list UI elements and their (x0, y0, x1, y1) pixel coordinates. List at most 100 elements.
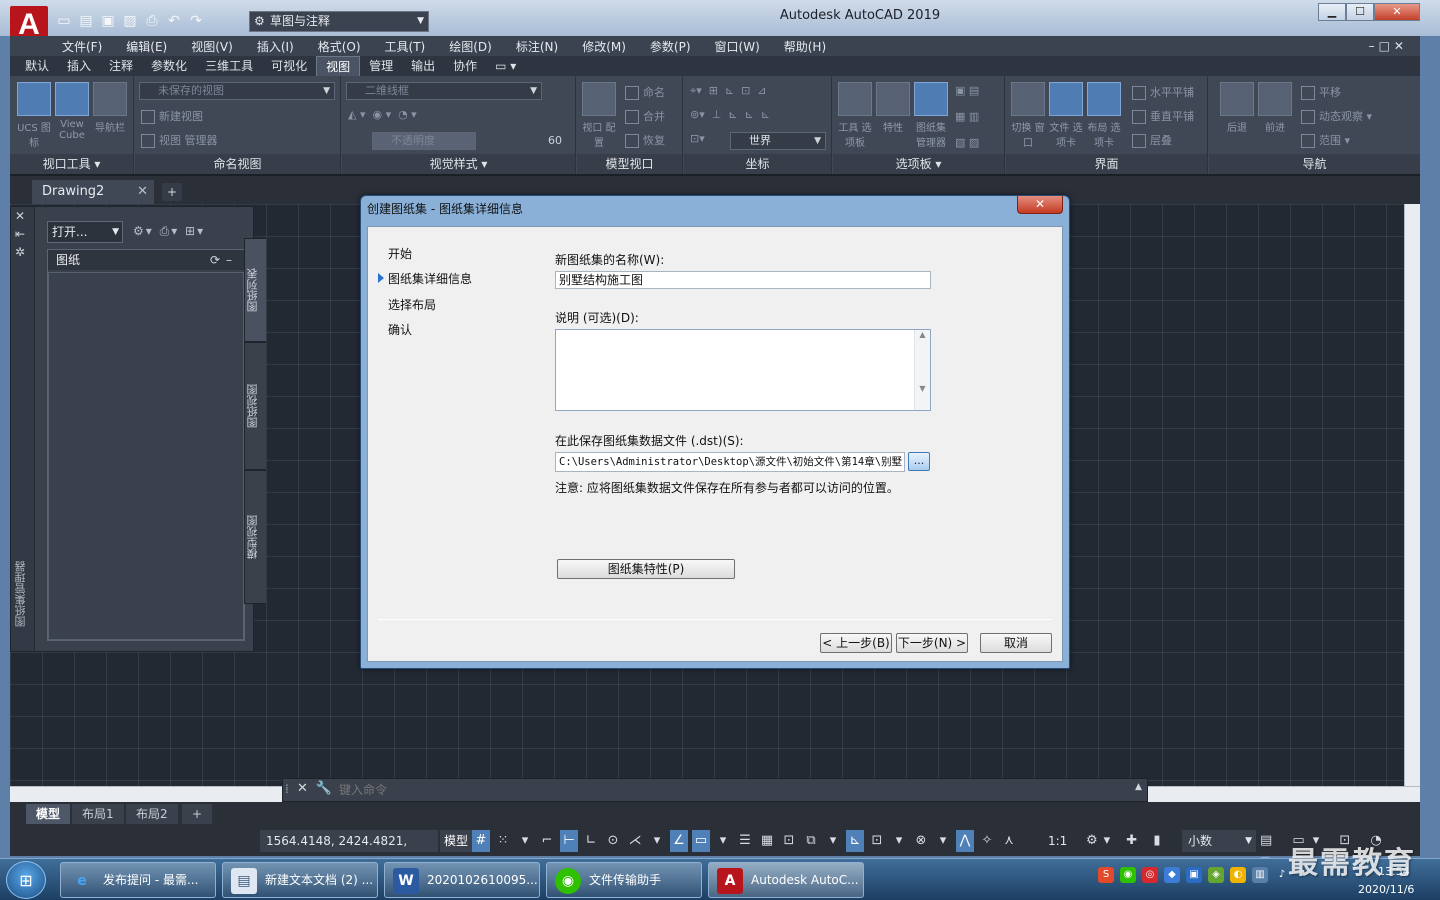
tab-parametric[interactable]: 参数化 (142, 56, 196, 76)
tab-visualize[interactable]: 可视化 (262, 56, 316, 76)
sheet-set-name-input[interactable]: 别墅结构施工图 (555, 271, 931, 289)
2d-object-snap-icon[interactable]: ∠ (670, 830, 688, 852)
wechat-tray-icon[interactable]: ◉ (1120, 867, 1136, 883)
maximize-button[interactable]: ☐ (1346, 3, 1374, 21)
grip-icon[interactable]: ⁞ (285, 782, 289, 796)
command-history-icon[interactable]: ▲ (1135, 782, 1142, 792)
save-as-icon[interactable]: ▨ (122, 13, 138, 29)
input-method-icon[interactable]: S (1098, 867, 1114, 883)
dynamic-ucs-icon[interactable]: ⊡ (780, 830, 798, 852)
menu-file[interactable]: 文件(F) (62, 38, 102, 55)
ucs-tools-row-2[interactable]: ⊚▾ ⊥ ⊾ ⊾ ⊾ (690, 108, 770, 121)
opacity-slider[interactable]: 不透明度 (372, 132, 476, 150)
object-snap-icon[interactable]: ▾ (648, 830, 666, 852)
gizmo-icon[interactable]: ▾ (824, 830, 842, 852)
dynamic-input-icon[interactable]: ⌐ (538, 830, 556, 852)
tab-model-views[interactable]: 模型视图 (244, 470, 266, 604)
selection-cycling-icon[interactable]: ☰ (736, 830, 754, 852)
tab-layout2[interactable]: 布局2 (126, 804, 178, 824)
palette-small-icons[interactable]: ▣ ▤ ▦ ▥ ▧ ▨ (955, 84, 979, 149)
new-tab-button[interactable]: + (162, 183, 182, 201)
viewport-config-button[interactable]: 视口 配置 (581, 82, 617, 149)
document-window-controls[interactable]: –□✕ (1369, 36, 1408, 56)
join-viewport-button[interactable]: 合并 (625, 108, 665, 124)
forward-view-button[interactable]: 前进 (1257, 82, 1293, 148)
ucs-tools-row-1[interactable]: ⌖▾ ⊞ ⊾ ⊡ ⊿ (690, 84, 767, 98)
clock-date[interactable]: 2020/11/6 (1358, 883, 1414, 896)
coordinate-readout[interactable]: 1564.4148, 2424.4821, 0.0000 (260, 830, 438, 870)
menu-window[interactable]: 窗口(W) (715, 38, 760, 55)
visual-style-combo[interactable]: 二维线框 ▼ (346, 82, 542, 100)
new-file-icon[interactable]: ▭ (56, 13, 72, 29)
units-icon[interactable]: ▾ (934, 830, 952, 852)
open-sheet-set-combo[interactable]: 打开... ▼ (47, 221, 123, 243)
workspace-icon[interactable]: ▾ (890, 830, 908, 852)
taskbar-word[interactable]: W 2020102610095... (384, 862, 540, 898)
menu-edit[interactable]: 编辑(E) (126, 38, 167, 55)
open-folder-icon[interactable]: ▤ (78, 13, 94, 29)
named-view-combo[interactable]: 未保存的视图 ▼ (139, 82, 335, 100)
menu-tools[interactable]: 工具(T) (385, 38, 426, 55)
tab-layout1[interactable]: 布局1 (72, 804, 124, 824)
menu-view[interactable]: 视图(V) (191, 38, 233, 55)
close-tab-icon[interactable]: ✕ (137, 180, 148, 204)
orbit-button[interactable]: 动态观察 ▾ (1301, 108, 1372, 124)
view-cube-button[interactable]: View Cube (54, 82, 90, 148)
cascade-button[interactable]: 层叠 (1132, 132, 1172, 148)
autohide-icon[interactable]: ⇤ (15, 227, 25, 241)
annotation-monitor-icon[interactable]: ⊗ (912, 830, 930, 852)
taskbar-autocad[interactable]: A Autodesk AutoC... (708, 862, 864, 898)
grid-icon[interactable]: # (472, 830, 490, 852)
back-button[interactable]: < 上一步(B) (820, 633, 892, 653)
annotation-visibility-icon[interactable]: ⊾ (846, 830, 864, 852)
tile-horizontal-button[interactable]: 水平平铺 (1132, 84, 1194, 100)
nvidia-icon[interactable]: ◈ (1208, 867, 1224, 883)
switch-windows-button[interactable]: 切换 窗口 (1010, 82, 1046, 149)
security-icon[interactable]: ◆ (1164, 867, 1180, 883)
polar-icon[interactable]: ∟ (582, 830, 600, 852)
weibo-icon[interactable]: ◎ (1142, 867, 1158, 883)
properties-button[interactable]: 特性 (875, 82, 911, 148)
ucs-tools-row-3[interactable]: ⊡▾ (690, 132, 705, 145)
minimize-button[interactable]: ▁ (1318, 3, 1346, 21)
new-view-button[interactable]: 新建视图 (141, 108, 203, 124)
annotation-scale[interactable]: 1:1 (1048, 830, 1067, 852)
back-view-button[interactable]: 后退 (1219, 82, 1255, 148)
auto-scale-icon[interactable]: ⊡ (868, 830, 886, 852)
extents-button[interactable]: 范围 ▾ (1301, 132, 1350, 148)
document-tab[interactable]: Drawing2 ✕ (32, 180, 154, 204)
tab-sheet-views[interactable]: 图纸视图 (244, 342, 266, 470)
object-snap-tracking-icon[interactable]: ⋌ (626, 830, 644, 852)
ribbon-options-icon[interactable]: ▭ ▾ (486, 56, 525, 76)
taskbar-wechat[interactable]: ◉ 文件传输助手 (546, 862, 702, 898)
selection-filter-icon[interactable]: ⧉ (802, 830, 820, 852)
tab-sheet-list[interactable]: 图纸列表 (244, 238, 266, 342)
description-input[interactable] (555, 329, 931, 411)
next-button[interactable]: 下一步(N) > (896, 633, 968, 653)
redo-icon[interactable]: ↷ (188, 13, 204, 29)
print-icon[interactable]: ⎙ (144, 13, 160, 29)
cancel-button[interactable]: 取消 (980, 633, 1052, 653)
app-tray-icon[interactable]: ◐ (1230, 867, 1246, 883)
3d-object-snap-icon[interactable]: ▦ (758, 830, 776, 852)
lock-ui-icon[interactable]: ✧ (978, 830, 996, 852)
menu-modify[interactable]: 修改(M) (582, 38, 626, 55)
properties-icon[interactable]: ✲ (15, 245, 25, 259)
close-palette-icon[interactable]: ✕ (15, 209, 25, 223)
ucs-icon-button[interactable]: UCS 图标 (16, 82, 52, 149)
isodraft-icon[interactable]: ⊙ (604, 830, 622, 852)
tab-output[interactable]: 输出 (402, 56, 444, 76)
tab-manage[interactable]: 管理 (360, 56, 402, 76)
view-manager-button[interactable]: 视图 管理器 (141, 132, 218, 148)
workspace-switcher[interactable]: ⚙ 草图与注释 ▼ (249, 11, 429, 32)
network-drive-icon[interactable]: ▣ (1186, 867, 1202, 883)
save-icon[interactable]: ▣ (100, 13, 116, 29)
panel-title[interactable]: 视觉样式 ▾ (342, 154, 575, 174)
named-viewport-button[interactable]: 命名 (625, 84, 665, 100)
menu-format[interactable]: 格式(O) (318, 38, 361, 55)
tab-model[interactable]: 模型 (26, 804, 71, 824)
tile-vertical-button[interactable]: 垂直平铺 (1132, 108, 1194, 124)
layout-tabs-button[interactable]: 布局 选项卡 (1086, 82, 1122, 149)
network-icon[interactable]: ▥ (1252, 867, 1268, 883)
undo-icon[interactable]: ↶ (166, 13, 182, 29)
